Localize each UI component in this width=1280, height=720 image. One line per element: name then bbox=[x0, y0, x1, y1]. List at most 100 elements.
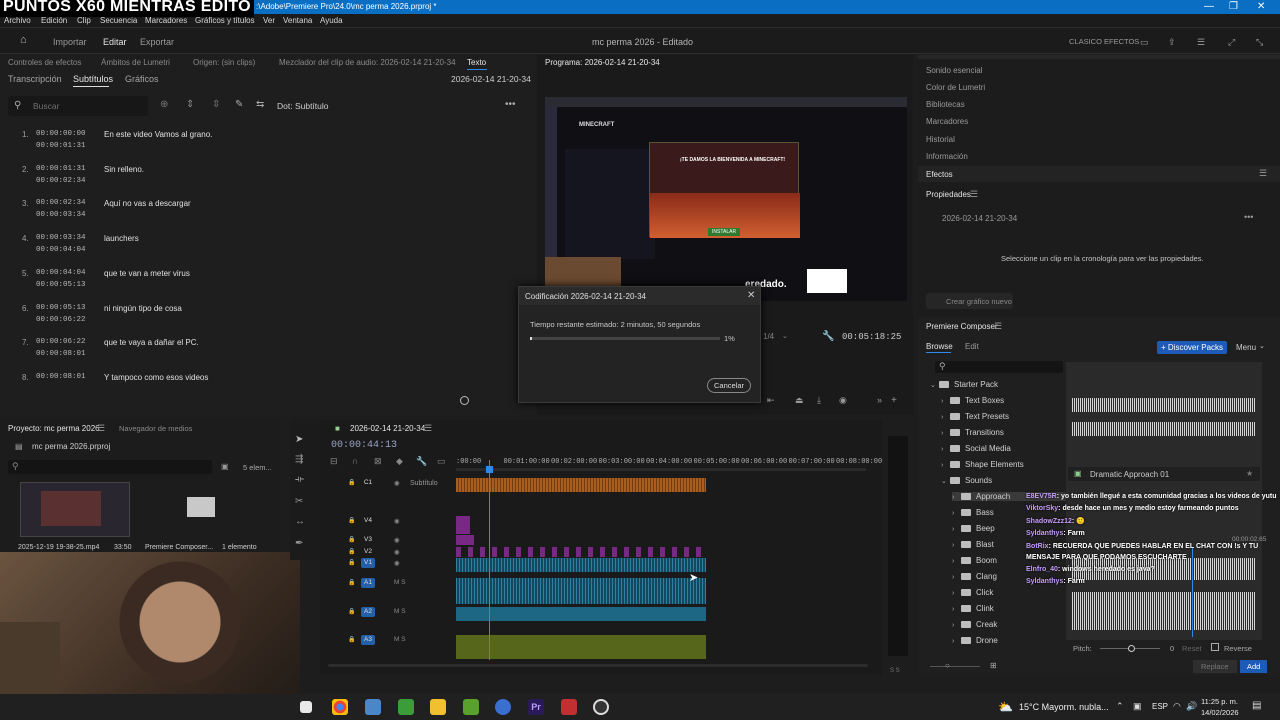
menu-archivo[interactable]: Archivo bbox=[4, 16, 31, 25]
clip-v1[interactable] bbox=[456, 558, 706, 572]
search-taskbar-icon[interactable] bbox=[300, 701, 312, 713]
timeline-close-icon[interactable]: ■ bbox=[335, 424, 340, 433]
project-search[interactable]: ⚲ bbox=[8, 460, 212, 474]
caption-row[interactable]: 3. 00:00:02:34 00:00:03:34 Aquí no vas a de… bbox=[0, 197, 534, 231]
menu-lines-icon[interactable]: ☰ bbox=[1197, 37, 1205, 48]
tree-item-social-media[interactable]: › Social Media bbox=[941, 444, 1066, 453]
track-select-tool-icon[interactable]: ⇶ bbox=[295, 454, 303, 465]
tab-lumetri-scopes[interactable]: Ámbitos de Lumetri bbox=[101, 58, 170, 67]
chevron-down-icon[interactable]: ⌄ bbox=[930, 381, 939, 389]
razor-tool-icon[interactable]: ✂ bbox=[295, 496, 303, 507]
clip-a2[interactable] bbox=[456, 607, 706, 621]
lock-icon[interactable]: 🔒 bbox=[348, 548, 355, 555]
clock-date[interactable]: 14/02/2026 bbox=[1201, 708, 1239, 717]
tab-importar[interactable]: Importar bbox=[53, 37, 87, 47]
lock-icon[interactable]: 🔒 bbox=[348, 559, 355, 566]
pitch-slider-thumb[interactable] bbox=[1128, 645, 1135, 652]
volume-icon[interactable]: 🔊 bbox=[1186, 701, 1197, 712]
tab-effect-controls[interactable]: Controles de efectos bbox=[8, 58, 81, 67]
tree-item-transitions[interactable]: › Transitions bbox=[941, 428, 1066, 437]
panel-bibliotecas[interactable]: Bibliotecas bbox=[926, 100, 965, 109]
discover-packs-button[interactable]: + Discover Packs bbox=[1157, 341, 1228, 354]
timeline-scrollbar[interactable] bbox=[328, 664, 868, 667]
work-area-bar[interactable] bbox=[456, 468, 866, 471]
chevron-right-icon[interactable]: › bbox=[941, 414, 950, 421]
chevron-right-icon[interactable]: › bbox=[941, 446, 950, 453]
slip-tool-icon[interactable]: ↔ bbox=[295, 516, 305, 527]
tray-chevron-icon[interactable]: ⌃ bbox=[1116, 701, 1124, 712]
effects-menu-icon[interactable]: ☰ bbox=[1259, 168, 1267, 179]
merge-caption-icon[interactable]: ⇳ bbox=[212, 99, 220, 110]
track-label-a2[interactable]: A2 bbox=[361, 607, 375, 617]
clip-a3[interactable] bbox=[456, 635, 706, 659]
fit-chevron-icon[interactable]: ⌄ bbox=[782, 332, 788, 340]
minimize-icon[interactable]: — bbox=[1204, 1, 1214, 12]
chevron-right-icon[interactable]: › bbox=[952, 622, 961, 629]
chevron-right-icon[interactable]: › bbox=[952, 590, 961, 597]
menu-marcadores[interactable]: Marcadores bbox=[145, 16, 187, 25]
tree-item-drone[interactable]: › Drone bbox=[952, 636, 1066, 645]
chevron-right-icon[interactable]: › bbox=[952, 494, 961, 501]
more-options-icon[interactable]: ••• bbox=[505, 99, 516, 110]
add-button[interactable]: Add bbox=[1240, 660, 1268, 673]
add-caption-icon[interactable]: ⊕ bbox=[160, 99, 168, 110]
caption-row[interactable]: 5. 00:00:04:04 00:00:05:13 que te van a met… bbox=[0, 267, 534, 301]
panel-historial[interactable]: Historial bbox=[926, 135, 955, 144]
tree-item-shape-elements[interactable]: › Shape Elements bbox=[941, 460, 1066, 469]
workspace-name[interactable]: CLASICO EFECTOS bbox=[1069, 37, 1139, 46]
premiere-icon[interactable]: Pr bbox=[528, 699, 544, 715]
tab-subtitulos[interactable]: Subtítulos bbox=[73, 74, 113, 84]
tab-edit[interactable]: Edit bbox=[965, 342, 979, 351]
notifications-icon[interactable]: ▤ bbox=[1252, 700, 1261, 711]
captions-icon[interactable]: ▭ bbox=[437, 456, 446, 467]
eye-icon[interactable]: ◉ bbox=[394, 479, 400, 487]
eye-icon[interactable]: ◉ bbox=[394, 548, 400, 556]
panel-lumetri[interactable]: Color de Lumetri bbox=[926, 83, 985, 92]
chevron-right-icon[interactable]: › bbox=[941, 430, 950, 437]
composer-view-icon[interactable]: ⊞ bbox=[990, 661, 997, 670]
chevron-right-icon[interactable]: › bbox=[952, 574, 961, 581]
caption-row[interactable]: 4. 00:00:03:34 00:00:04:04 launchers bbox=[0, 232, 534, 266]
chevron-right-icon[interactable]: › bbox=[952, 558, 961, 565]
tab-audio-mixer[interactable]: Mezclador del clip de audio: 2026-02-14 … bbox=[279, 58, 456, 67]
chevron-right-icon[interactable]: › bbox=[952, 638, 961, 645]
cancel-button[interactable]: Cancelar bbox=[707, 378, 752, 393]
clock-time[interactable]: 11:25 p. m. bbox=[1201, 697, 1238, 706]
tab-graficos[interactable]: Gráficos bbox=[125, 74, 159, 84]
composer-menu-icon[interactable]: ☰ bbox=[994, 321, 1002, 332]
caption-row[interactable]: 2. 00:00:01:31 00:00:02:34 Sin relleno. bbox=[0, 163, 534, 197]
translate-icon[interactable]: ⇆ bbox=[256, 99, 264, 110]
wrench-icon[interactable]: 🔧 bbox=[822, 331, 834, 342]
composer-menu-button[interactable]: Menu bbox=[1236, 343, 1256, 352]
pencil-icon[interactable]: ✎ bbox=[235, 99, 243, 110]
close-icon[interactable]: ✕ bbox=[1257, 1, 1265, 12]
extract-icon[interactable]: ⤓ bbox=[817, 395, 821, 406]
add-marker-icon[interactable]: ◆ bbox=[396, 456, 403, 467]
home-icon[interactable]: ⌂ bbox=[20, 34, 27, 46]
clip-v3[interactable] bbox=[456, 535, 474, 545]
properties-more-icon[interactable]: ••• bbox=[1244, 212, 1253, 222]
project-menu-icon[interactable]: ☰ bbox=[97, 423, 105, 434]
bin-folder-icon[interactable] bbox=[187, 497, 215, 517]
panel-marcadores[interactable]: Marcadores bbox=[926, 117, 968, 126]
chrome-icon[interactable] bbox=[332, 699, 348, 715]
tab-source[interactable]: Origen: (sin clips) bbox=[193, 58, 255, 67]
clip-thumbnail[interactable] bbox=[20, 482, 130, 537]
timeline-playhead[interactable] bbox=[489, 460, 490, 660]
split-caption-icon[interactable]: ⇕ bbox=[186, 99, 194, 110]
fit-select[interactable]: 1/4 bbox=[763, 332, 774, 341]
chevron-right-icon[interactable]: › bbox=[941, 398, 950, 405]
camera-icon[interactable]: ◉ bbox=[839, 395, 847, 406]
chevron-right-icon[interactable]: › bbox=[952, 606, 961, 613]
mute-solo-icon[interactable]: M S bbox=[394, 579, 406, 586]
weather-text[interactable]: 15°C Mayorm. nubla... bbox=[1019, 702, 1109, 712]
obs-icon[interactable] bbox=[495, 699, 511, 715]
caption-row[interactable]: 8. 00:00:08:01 Y tampoco como esos videos bbox=[0, 371, 534, 405]
tab-exportar[interactable]: Exportar bbox=[140, 37, 174, 47]
tab-text[interactable]: Texto bbox=[467, 58, 486, 67]
chevron-right-icon[interactable]: › bbox=[952, 542, 961, 549]
encode-close-icon[interactable]: ✕ bbox=[747, 290, 755, 301]
selection-tool-icon[interactable]: ➤ bbox=[295, 434, 303, 445]
panel-efectos[interactable]: Efectos bbox=[926, 170, 953, 179]
clip-v2[interactable] bbox=[456, 547, 706, 557]
